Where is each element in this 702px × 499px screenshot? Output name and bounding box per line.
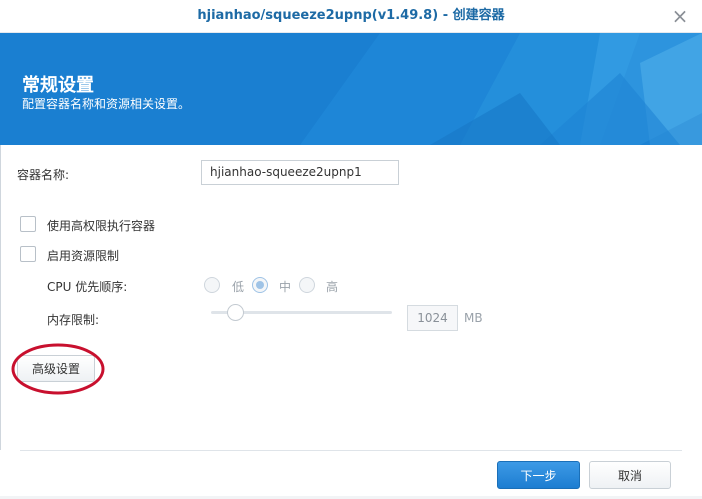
resource-limit-checkbox[interactable] <box>20 246 36 262</box>
page-title: 常规设置 <box>22 75 94 96</box>
cpu-priority-medium-label: 中 <box>279 280 292 294</box>
memory-unit-label: MB <box>464 311 483 325</box>
container-name-input[interactable]: hjianhao-squeeze2upnp1 <box>201 160 399 185</box>
window-title: hjianhao/squeeze2upnp(v1.49.8) - 创建容器 <box>197 8 505 23</box>
cpu-priority-medium-radio[interactable] <box>252 277 268 293</box>
privileged-label: 使用高权限执行容器 <box>47 219 156 233</box>
memory-limit-input[interactable]: 1024 <box>407 305 458 331</box>
title-bar: hjianhao/squeeze2upnp(v1.49.8) - 创建容器 × <box>0 0 702 33</box>
footer-divider <box>20 450 682 451</box>
privileged-checkbox[interactable] <box>20 216 36 232</box>
memory-slider-handle[interactable] <box>227 304 244 321</box>
cpu-priority-high-label: 高 <box>326 280 339 294</box>
left-accent-line <box>0 145 1 450</box>
cpu-priority-high-radio[interactable] <box>299 277 315 293</box>
container-name-label: 容器名称: <box>17 168 70 182</box>
red-circle-annotation <box>11 343 105 395</box>
next-button[interactable]: 下一步 <box>497 461 580 489</box>
close-icon[interactable]: × <box>670 6 690 26</box>
banner-background-graphic <box>0 33 702 145</box>
memory-limit-label: 内存限制: <box>47 313 100 327</box>
cpu-priority-label: CPU 优先顺序: <box>47 280 128 294</box>
cancel-button[interactable]: 取消 <box>589 461 671 489</box>
header-banner: 常规设置 配置容器名称和资源相关设置。 <box>0 33 702 145</box>
page-subtitle: 配置容器名称和资源相关设置。 <box>22 97 191 111</box>
cpu-priority-low-label: 低 <box>232 280 245 294</box>
cpu-priority-low-radio[interactable] <box>204 277 220 293</box>
resource-limit-label: 启用资源限制 <box>47 249 120 263</box>
